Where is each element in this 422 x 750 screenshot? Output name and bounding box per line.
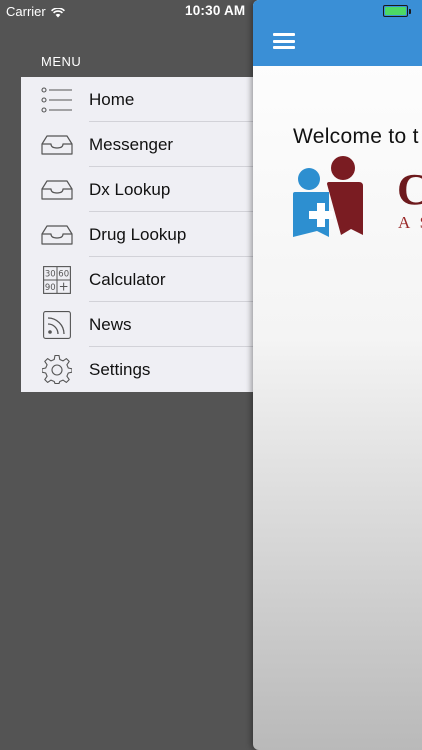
calculator-icon: 30 60 90 + bbox=[41, 265, 73, 295]
gear-icon bbox=[41, 354, 73, 385]
inbox-icon bbox=[41, 130, 73, 160]
rss-icon bbox=[41, 310, 73, 340]
main-content-panel[interactable]: Welcome to t C A S bbox=[253, 0, 422, 750]
hamburger-menu-button[interactable] bbox=[273, 33, 295, 49]
menu-item-label: Home bbox=[89, 89, 135, 109]
menu-item-news[interactable]: News bbox=[21, 302, 261, 347]
calculator-key: 60 bbox=[58, 269, 69, 279]
brand-logo-icon bbox=[291, 155, 371, 245]
battery-icon bbox=[383, 5, 411, 17]
inbox-icon bbox=[41, 220, 73, 250]
menu-item-drug-lookup[interactable]: Drug Lookup bbox=[21, 212, 261, 257]
menu-item-home[interactable]: Home bbox=[21, 77, 261, 122]
menu-title: MENU bbox=[41, 54, 82, 69]
brand-letter: C bbox=[397, 165, 422, 214]
calculator-key: + bbox=[59, 279, 69, 293]
menu-item-label: Settings bbox=[89, 359, 151, 379]
menu-item-settings[interactable]: Settings bbox=[21, 347, 261, 392]
status-time: 10:30 AM bbox=[185, 3, 246, 18]
menu-item-calculator[interactable]: 30 60 90 + Calculator bbox=[21, 257, 261, 302]
menu-item-label: News bbox=[89, 314, 132, 334]
menu-item-messenger[interactable]: Messenger bbox=[21, 122, 261, 167]
menu-item-label: Messenger bbox=[89, 134, 174, 154]
menu-item-label: Dx Lookup bbox=[89, 179, 171, 199]
welcome-text: Welcome to t bbox=[293, 125, 419, 148]
carrier-label: Carrier bbox=[6, 3, 46, 19]
menu-item-label: Drug Lookup bbox=[89, 224, 187, 244]
nav-bar bbox=[253, 0, 422, 66]
brand-subtitle: A S bbox=[398, 213, 422, 232]
menu-list: Home Messenger Dx Lookup Drug Lookup 30 … bbox=[21, 77, 261, 392]
inbox-icon bbox=[41, 175, 73, 205]
wifi-icon bbox=[50, 6, 65, 18]
calculator-key: 30 bbox=[45, 269, 56, 279]
calculator-key: 90 bbox=[45, 283, 56, 293]
menu-item-label: Calculator bbox=[89, 269, 166, 289]
app-screen: Carrier 10:30 AM MENU Home Messenger Dx … bbox=[0, 0, 422, 750]
list-icon bbox=[41, 85, 73, 115]
menu-item-dx-lookup[interactable]: Dx Lookup bbox=[21, 167, 261, 212]
